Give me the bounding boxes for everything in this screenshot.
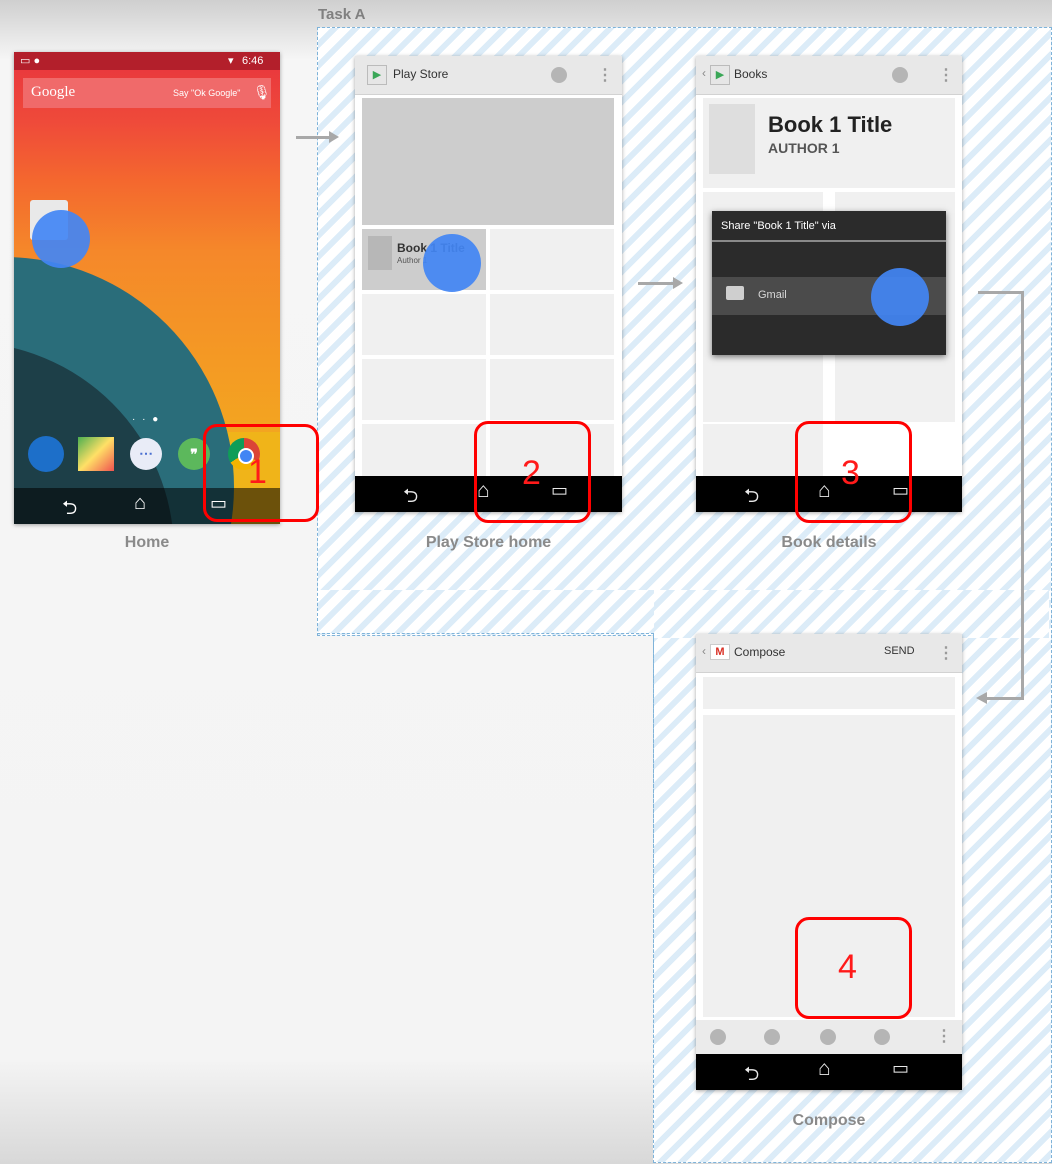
task-region-edge	[317, 633, 654, 634]
up-chevron-icon[interactable]: ‹	[702, 66, 706, 80]
task-label: Task A	[318, 6, 366, 23]
book-details-author: AUTHOR 1	[768, 140, 840, 156]
back-icon[interactable]: ⮌	[62, 494, 77, 524]
compose-caption: Compose	[792, 1112, 866, 1129]
overflow-menu-icon[interactable]: ⋮	[938, 65, 954, 85]
share-dialog-title: Share "Book 1 Title" via	[721, 220, 836, 232]
recipient-field[interactable]	[703, 677, 955, 709]
step-number: 1	[248, 453, 267, 491]
books-action-bar: ‹ ▶ Books ⋮	[696, 56, 962, 95]
book-details-title: Book 1 Title	[768, 112, 893, 137]
play-store-logo-icon: ▶	[367, 65, 387, 85]
apps-drawer-icon[interactable]: ⋯	[130, 438, 162, 470]
step-highlight-4: 4	[795, 917, 912, 1019]
home-caption: Home	[124, 534, 170, 551]
home-icon[interactable]: ⌂	[818, 1057, 831, 1081]
play-store-caption: Play Store home	[425, 534, 552, 551]
back-icon[interactable]: ⮌	[403, 482, 418, 512]
share-dialog-divider	[712, 240, 946, 242]
grid-tile[interactable]	[490, 294, 614, 355]
home-icon[interactable]: ⌂	[134, 492, 146, 515]
step-number: 3	[841, 454, 860, 492]
step-number: 4	[838, 948, 857, 986]
gmail-envelope-icon	[726, 286, 744, 300]
compose-title: Compose	[734, 645, 786, 659]
arrow-home-to-playstore	[296, 131, 339, 143]
task-region-fill-2	[654, 590, 1049, 638]
play-store-action-bar: ▶ Play Store ⋮	[355, 56, 622, 95]
books-logo-icon: ▶	[710, 65, 730, 85]
step-highlight-1: 1	[203, 424, 319, 522]
page-indicator: · · ●	[132, 414, 161, 425]
grid-tile[interactable]	[490, 229, 614, 290]
compose-action-bar: ‹ M Compose SEND ⋮	[696, 634, 962, 673]
compose-screen: ‹ M Compose SEND ⋮ ⋮ ⮌ ⌂ ▭	[696, 634, 962, 1090]
step-highlight-2: 2	[474, 421, 591, 523]
up-chevron-icon[interactable]: ‹	[702, 644, 706, 658]
overflow-menu-icon[interactable]: ⋮	[597, 65, 613, 85]
search-icon[interactable]	[892, 67, 908, 83]
back-icon[interactable]: ⮌	[744, 1060, 759, 1090]
grid-tile[interactable]	[362, 424, 486, 478]
arrow-book-to-compose-bottom	[986, 697, 1024, 700]
touch-indicator-home	[32, 210, 90, 268]
step-number: 2	[522, 454, 541, 492]
toolbar-dot-icon[interactable]	[710, 1029, 726, 1045]
arrow-book-to-compose-side	[1021, 291, 1024, 700]
microphone-icon[interactable]: 🎙	[253, 84, 271, 101]
book-details-caption: Book details	[781, 534, 877, 551]
status-bar: ▭ ● ▾ 6:46	[14, 52, 280, 70]
books-title: Books	[734, 67, 768, 81]
toolbar-dot-icon[interactable]	[764, 1029, 780, 1045]
gmail-logo-icon: M	[710, 644, 730, 660]
play-store-title: Play Store	[393, 67, 449, 81]
back-icon[interactable]: ⮌	[744, 482, 759, 512]
arrow-book-to-compose-top	[978, 291, 1024, 294]
arrow-playstore-to-book	[638, 277, 683, 289]
book-cover	[709, 104, 755, 174]
arrow-book-to-compose-head	[976, 692, 987, 704]
maps-app-icon[interactable]	[78, 437, 114, 471]
touch-indicator-share	[871, 268, 929, 326]
phone-app-icon[interactable]	[28, 436, 64, 472]
grid-tile[interactable]	[362, 359, 486, 420]
status-time: 6:46	[242, 55, 264, 67]
compose-navbar: ⮌ ⌂ ▭	[696, 1054, 962, 1090]
book-header: Book 1 Title AUTHOR 1	[703, 98, 955, 188]
share-option-label: Gmail	[758, 289, 787, 301]
compose-toolbar: ⋮	[696, 1020, 962, 1054]
toolbar-dot-icon[interactable]	[820, 1029, 836, 1045]
search-hint: Say "Ok Google"	[173, 88, 241, 98]
google-search-bar[interactable]: Google Say "Ok Google" 🎙	[23, 78, 271, 108]
search-icon[interactable]	[551, 67, 567, 83]
touch-indicator-playstore	[423, 234, 481, 292]
toolbar-overflow-icon[interactable]: ⋮	[936, 1026, 952, 1046]
task-region-edge-v	[653, 633, 654, 1163]
send-button[interactable]: SEND	[884, 645, 915, 657]
toolbar-dot-icon[interactable]	[874, 1029, 890, 1045]
grid-tile[interactable]	[362, 294, 486, 355]
step-highlight-3: 3	[795, 421, 912, 523]
grid-tile[interactable]	[490, 359, 614, 420]
recents-icon[interactable]: ▭	[892, 1058, 909, 1079]
wifi-icon: ▾	[228, 55, 234, 67]
book-cover	[368, 236, 392, 270]
overflow-menu-icon[interactable]: ⋮	[938, 643, 954, 663]
featured-banner[interactable]	[362, 98, 614, 225]
google-brand: Google	[31, 84, 76, 100]
notification-icon: ▭ ●	[20, 55, 41, 67]
